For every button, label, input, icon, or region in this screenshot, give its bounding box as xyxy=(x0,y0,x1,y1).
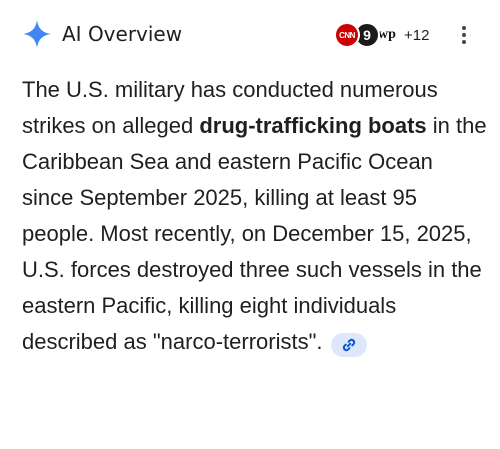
menu-dot xyxy=(462,26,466,30)
more-vert-icon[interactable] xyxy=(456,22,472,48)
ai-overview-header: AI Overview CNN 9 wp +12 xyxy=(0,0,500,66)
menu-dot xyxy=(462,40,466,44)
more-sources-count[interactable]: +12 xyxy=(404,27,429,44)
link-icon xyxy=(342,338,355,352)
overview-bold-text: drug-trafficking boats xyxy=(199,113,427,138)
cnn-source-icon[interactable]: CNN xyxy=(334,22,360,48)
menu-dot xyxy=(462,33,466,37)
link-chip-button[interactable] xyxy=(330,333,367,357)
overview-text: The U.S. military has conducted numerous… xyxy=(22,72,488,360)
source-icons[interactable]: CNN 9 wp +12 xyxy=(334,22,429,48)
sparkle-icon xyxy=(23,20,51,48)
overview-text-end: in the Caribbean Sea and eastern Pacific… xyxy=(22,113,487,354)
ai-overview-title: AI Overview xyxy=(62,22,183,46)
